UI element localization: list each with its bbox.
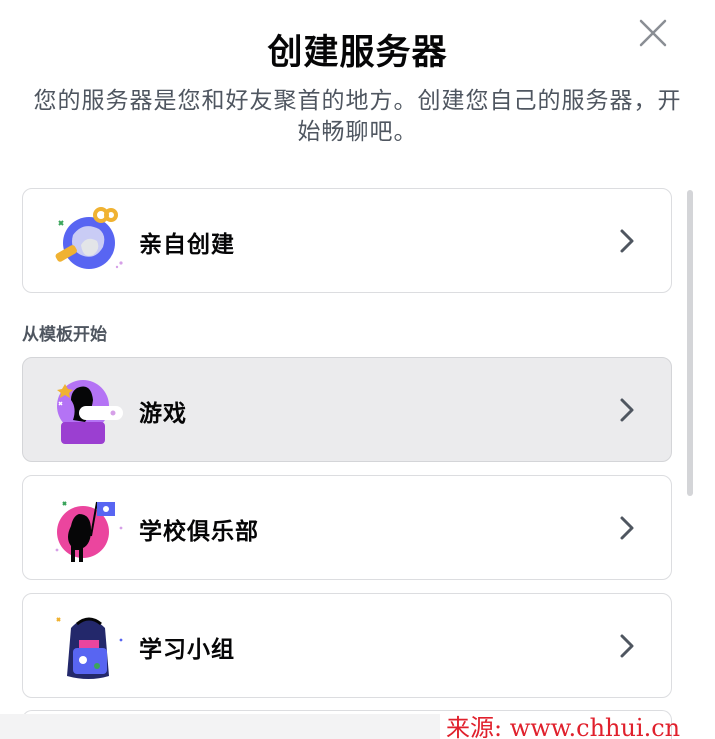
chevron-right-icon	[619, 632, 635, 660]
globe-key-icon	[51, 205, 127, 277]
templates-heading: 从模板开始	[22, 325, 107, 345]
scrollbar-thumb[interactable]	[687, 190, 693, 496]
template-gaming-label: 游戏	[139, 401, 187, 427]
template-study-group-label: 学习小组	[139, 637, 235, 663]
close-icon[interactable]	[636, 16, 670, 50]
create-own-label: 亲自创建	[139, 232, 235, 258]
chevron-right-icon	[619, 514, 635, 542]
create-own-button[interactable]: 亲自创建	[22, 188, 672, 293]
watermark: 来源: www.chhui.cn	[446, 714, 681, 739]
gaming-icon	[51, 374, 127, 446]
chevron-right-icon	[619, 227, 635, 255]
backpack-icon	[51, 610, 127, 682]
dialog-title: 创建服务器	[267, 33, 448, 73]
template-school-club-label: 学校俱乐部	[139, 519, 259, 545]
template-school-club-button[interactable]: 学校俱乐部	[22, 475, 672, 580]
template-gaming-button[interactable]: 游戏	[22, 357, 672, 462]
dialog-subtitle: 您的服务器是您和好友聚首的地方。创建您自己的服务器，开始畅聊吧。	[33, 88, 682, 145]
chevron-right-icon	[619, 396, 635, 424]
template-study-group-button[interactable]: 学习小组	[22, 593, 672, 698]
school-club-icon	[51, 492, 127, 564]
bottom-fade	[0, 714, 440, 739]
